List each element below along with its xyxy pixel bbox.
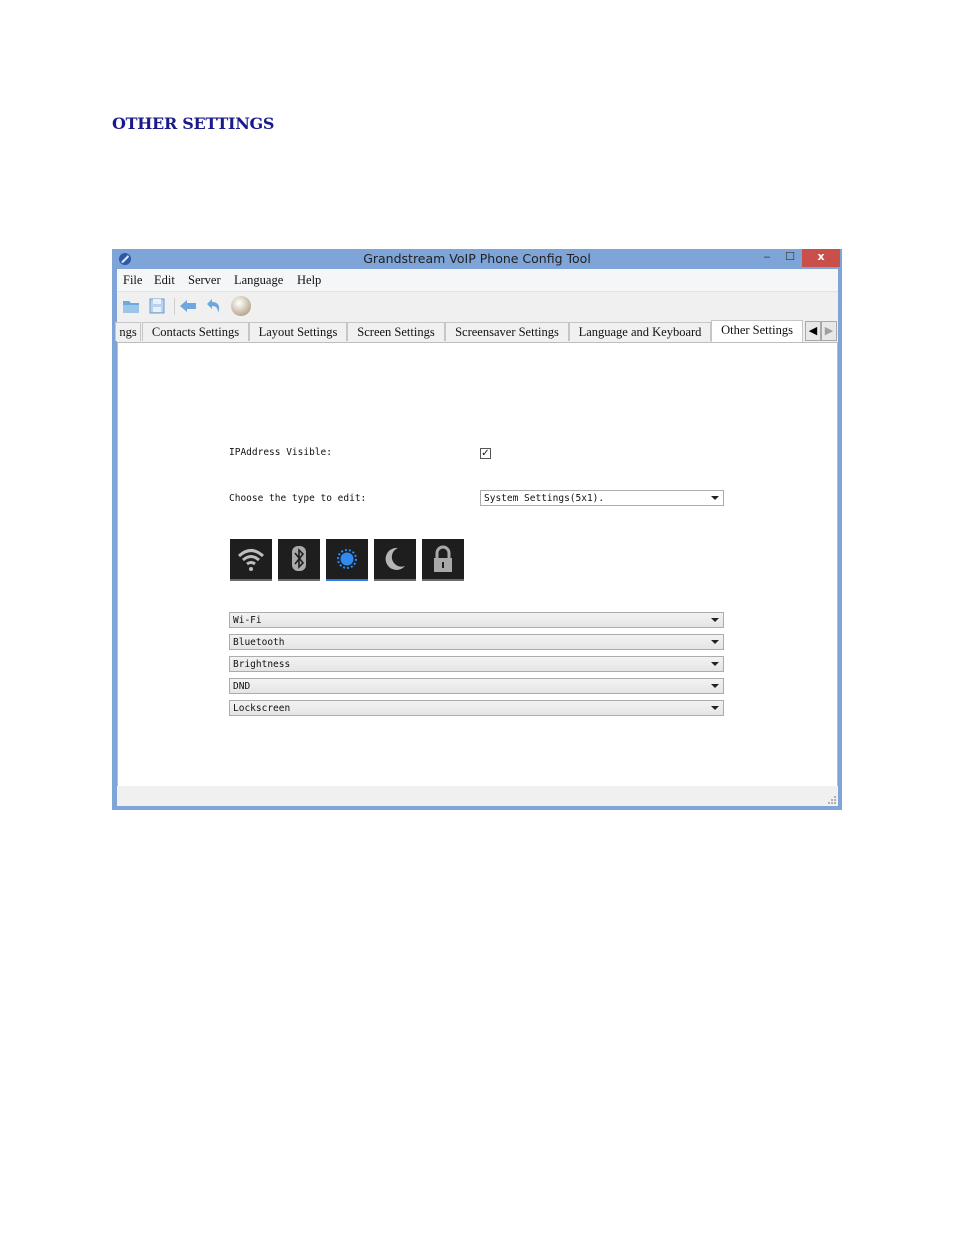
menu-server[interactable]: Server	[188, 273, 221, 288]
status-bar	[117, 786, 838, 806]
menu-language[interactable]: Language	[234, 273, 283, 288]
ip-visible-checkbox[interactable]: ✓	[480, 448, 491, 459]
tab-scroll-left-button[interactable]: ◀	[805, 321, 821, 341]
back-arrow-icon[interactable]	[178, 296, 198, 316]
slot-1-value: Wi-Fi	[233, 615, 262, 626]
minimize-button[interactable]: ‒	[757, 249, 777, 267]
moon-icon	[385, 547, 405, 570]
wifi-tile[interactable]	[230, 539, 272, 581]
slot-4-select[interactable]: DND	[229, 678, 724, 694]
ip-visible-label: IPAddress Visible:	[229, 447, 332, 458]
type-select-value: System Settings(5x1).	[484, 493, 605, 504]
section-heading: OTHER SETTINGS	[112, 114, 275, 133]
resize-grip-icon[interactable]	[828, 796, 836, 804]
menu-bar: File Edit Server Language Help	[117, 269, 838, 292]
other-settings-panel: IPAddress Visible: ✓ Choose the type to …	[117, 342, 838, 787]
tab-truncated[interactable]: ngs	[115, 322, 141, 341]
undo-icon[interactable]	[204, 296, 224, 316]
toolbar	[117, 292, 838, 320]
menu-file[interactable]: File	[123, 273, 142, 288]
window-title: Grandstream VoIP Phone Config Tool	[363, 251, 591, 266]
open-folder-icon[interactable]	[121, 296, 141, 316]
chevron-down-icon	[711, 662, 719, 666]
tab-contacts-settings[interactable]: Contacts Settings	[142, 322, 249, 341]
bluetooth-tile[interactable]	[278, 539, 320, 581]
chevron-down-icon	[711, 640, 719, 644]
tab-screen-settings[interactable]: Screen Settings	[347, 322, 445, 341]
sphere-icon[interactable]	[230, 295, 252, 317]
slot-1-select[interactable]: Wi-Fi	[229, 612, 724, 628]
save-icon[interactable]	[147, 296, 167, 316]
chevron-down-icon	[711, 706, 719, 710]
slot-3-select[interactable]: Brightness	[229, 656, 724, 672]
slot-2-select[interactable]: Bluetooth	[229, 634, 724, 650]
lockscreen-tile[interactable]	[422, 539, 464, 581]
slot-3-value: Brightness	[233, 659, 291, 670]
tab-bar: ngs Contacts Settings Layout Settings Sc…	[115, 320, 838, 342]
slot-4-value: DND	[233, 681, 251, 692]
type-select[interactable]: System Settings(5x1).	[480, 490, 724, 506]
brightness-icon	[337, 549, 357, 569]
type-label: Choose the type to edit:	[229, 493, 367, 504]
slot-5-value: Lockscreen	[233, 703, 291, 714]
tab-scroll-right-button[interactable]: ▶	[821, 321, 837, 341]
bluetooth-icon	[292, 546, 306, 571]
tab-screensaver-settings[interactable]: Screensaver Settings	[445, 322, 569, 341]
client-area: File Edit Server Language Help ngs Conta…	[115, 269, 838, 806]
tab-language-and-keyboard[interactable]: Language and Keyboard	[569, 322, 711, 341]
title-bar[interactable]: Grandstream VoIP Phone Config Tool ‒ ☐ x	[112, 249, 842, 269]
wifi-icon	[237, 549, 265, 571]
dnd-tile[interactable]	[374, 539, 416, 581]
lock-icon	[434, 545, 452, 572]
brightness-tile[interactable]	[326, 539, 368, 581]
chevron-down-icon	[711, 618, 719, 622]
menu-edit[interactable]: Edit	[154, 273, 175, 288]
chevron-down-icon	[711, 496, 719, 500]
menu-help[interactable]: Help	[297, 273, 321, 288]
chevron-down-icon	[711, 684, 719, 688]
app-window: Grandstream VoIP Phone Config Tool ‒ ☐ x…	[112, 249, 842, 810]
quick-icon-row	[230, 539, 470, 583]
slot-2-value: Bluetooth	[233, 637, 285, 648]
tab-layout-settings[interactable]: Layout Settings	[249, 322, 347, 341]
slot-5-select[interactable]: Lockscreen	[229, 700, 724, 716]
maximize-button[interactable]: ☐	[780, 249, 800, 267]
tab-other-settings[interactable]: Other Settings	[711, 320, 803, 342]
close-button[interactable]: x	[802, 249, 840, 267]
toolbar-separator	[174, 298, 175, 315]
